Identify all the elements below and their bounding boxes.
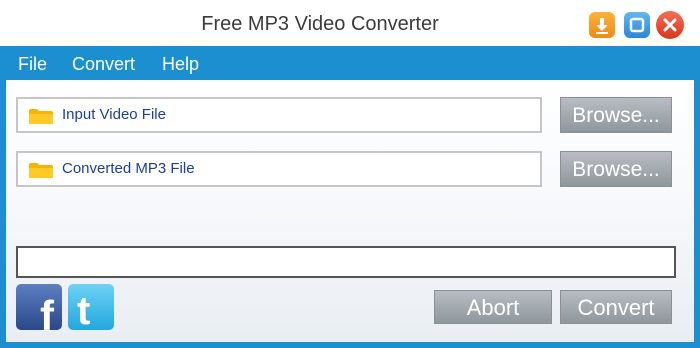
input-video-field[interactable]: Input Video File bbox=[16, 97, 542, 133]
abort-button[interactable]: Abort bbox=[434, 290, 552, 324]
folder-icon bbox=[29, 163, 53, 178]
svg-text:t: t bbox=[77, 289, 90, 330]
input-video-label: Input Video File bbox=[62, 106, 166, 123]
menu-bar: File Convert Help bbox=[0, 46, 700, 80]
maximize-button[interactable] bbox=[624, 12, 650, 38]
main-panel: Input Video File Browse... Converted MP3… bbox=[6, 80, 694, 342]
menu-convert[interactable]: Convert bbox=[72, 46, 135, 80]
facebook-icon: f bbox=[40, 292, 55, 330]
download-icon bbox=[596, 18, 608, 34]
output-mp3-field[interactable]: Converted MP3 File bbox=[16, 151, 542, 187]
folder-icon bbox=[29, 109, 53, 124]
svg-text:f: f bbox=[40, 292, 55, 330]
convert-button[interactable]: Convert bbox=[560, 290, 672, 324]
facebook-button[interactable]: f bbox=[16, 284, 62, 330]
download-button[interactable] bbox=[589, 12, 615, 38]
window-title: Free MP3 Video Converter bbox=[201, 13, 439, 35]
title-bar[interactable]: Free MP3 Video Converter bbox=[0, 0, 700, 46]
browse-input-button[interactable]: Browse... bbox=[560, 97, 672, 133]
menu-file[interactable]: File bbox=[18, 46, 47, 80]
output-mp3-label: Converted MP3 File bbox=[62, 160, 195, 177]
twitter-button[interactable]: t bbox=[68, 284, 114, 330]
maximize-icon bbox=[629, 17, 645, 33]
browse-output-button[interactable]: Browse... bbox=[560, 151, 672, 187]
menu-help[interactable]: Help bbox=[162, 46, 199, 80]
twitter-icon: t bbox=[77, 289, 90, 330]
close-button[interactable] bbox=[656, 11, 684, 39]
app-window: Free MP3 Video Converter File Convert He… bbox=[0, 0, 700, 348]
close-icon bbox=[663, 18, 677, 32]
progress-bar bbox=[16, 246, 676, 278]
